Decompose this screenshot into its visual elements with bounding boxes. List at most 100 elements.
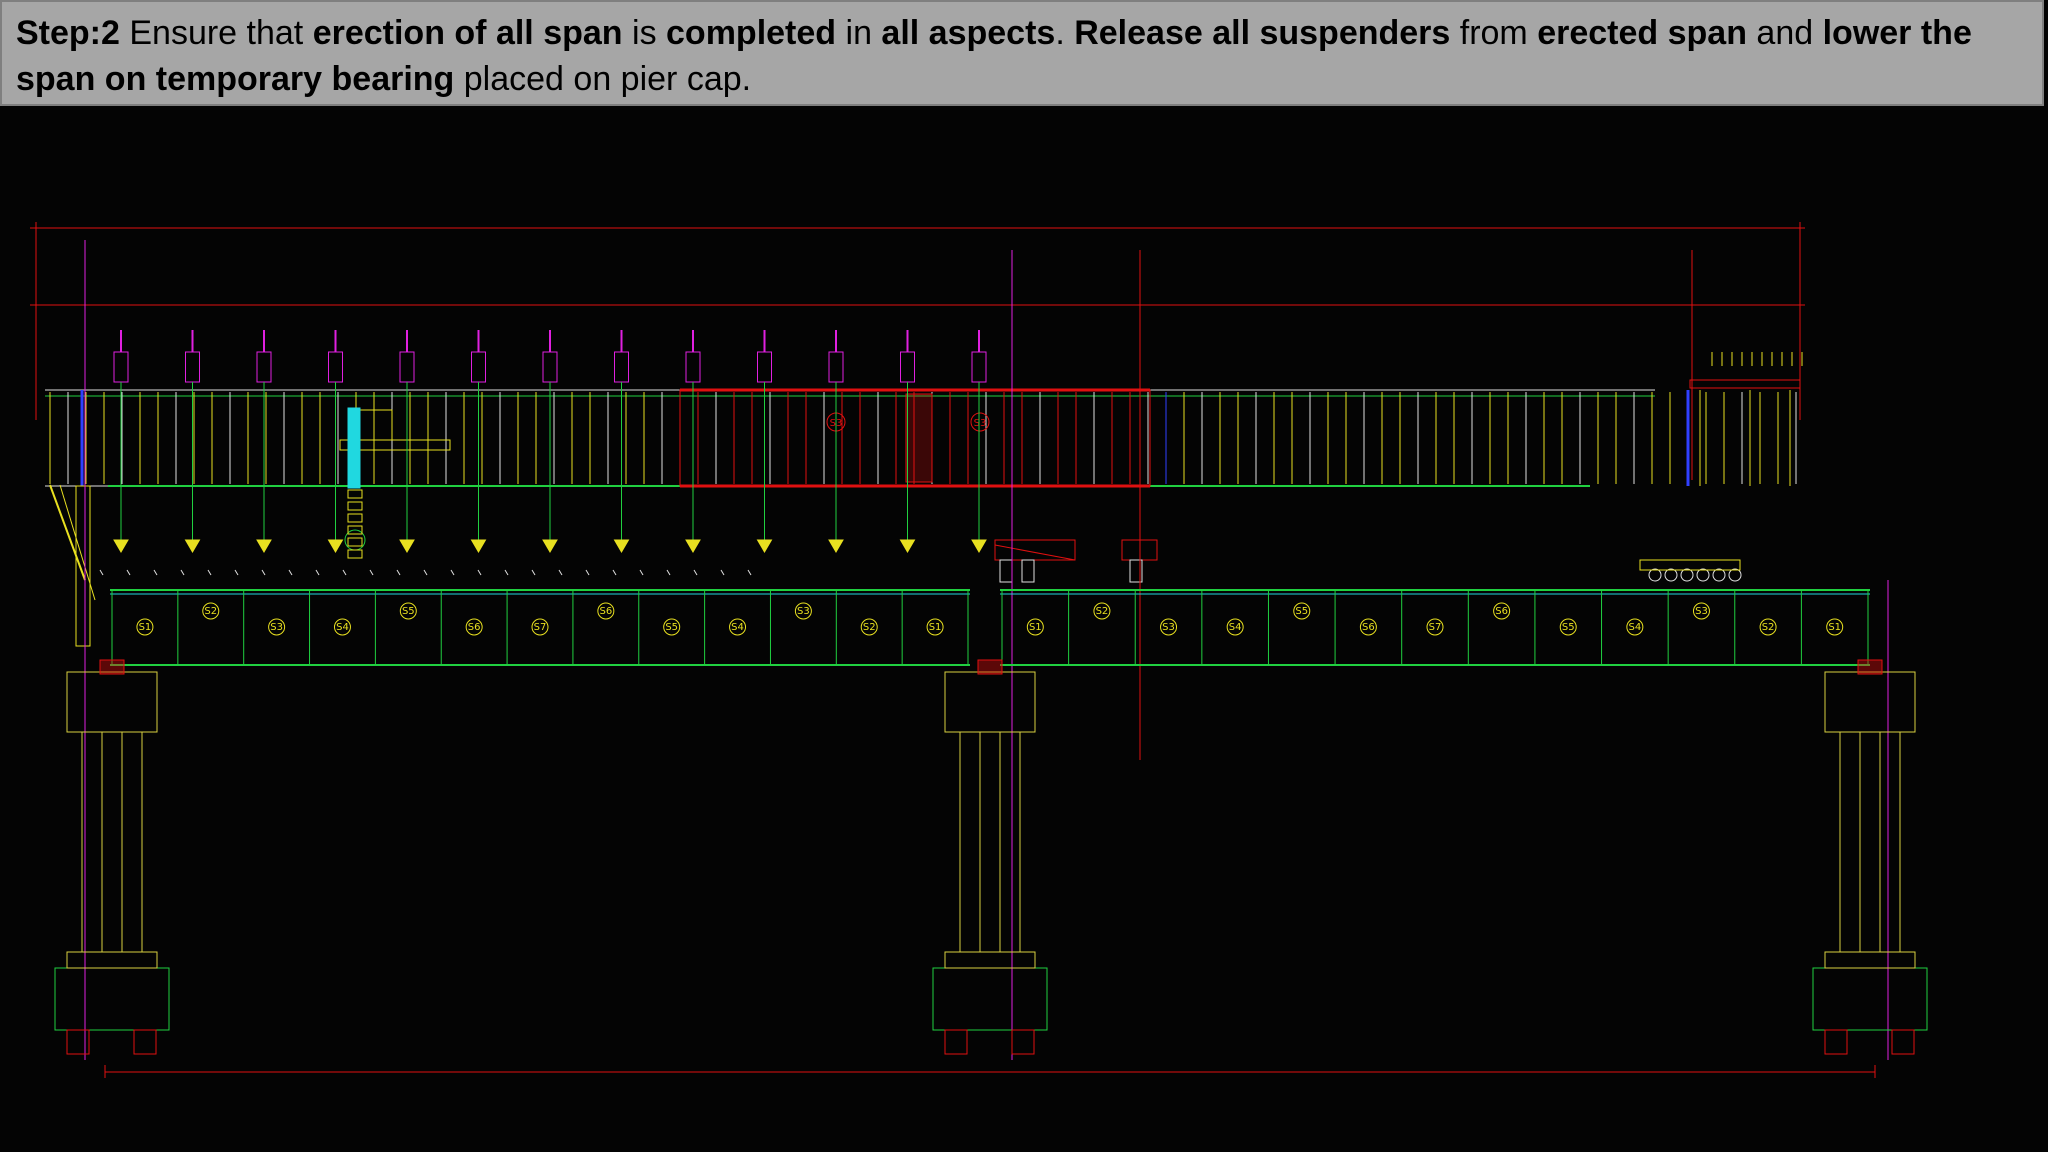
suspender-hook xyxy=(971,539,987,553)
suspender-hook xyxy=(327,539,344,553)
pier-left-cap xyxy=(66,671,158,733)
pier-left-temp-bearing xyxy=(99,659,125,675)
suspender-jack xyxy=(399,351,415,383)
span1-segment-label: S1 xyxy=(139,622,152,633)
suspender-jack xyxy=(971,351,987,383)
suspender-hook xyxy=(613,539,630,553)
caption-run-6: all aspects xyxy=(881,14,1056,52)
segments-group: S1 S2 S3 S4 S5 S6 S7 S6 S5 S4 S3 S2 S1 S1 S2 S3 S4 S5 S6 S7… xyxy=(136,602,1844,636)
bogie-wheel xyxy=(1728,568,1742,582)
release-marker xyxy=(261,569,266,576)
caption-run-5: in xyxy=(836,14,882,52)
suspender-jack xyxy=(614,351,629,383)
release-marker xyxy=(153,569,158,576)
release-marker xyxy=(477,569,482,576)
suspender-jack xyxy=(328,351,343,383)
span2-segment-label: S5 xyxy=(1562,622,1575,633)
pier-left-pile-1 xyxy=(66,1029,90,1055)
release-marker xyxy=(720,569,725,576)
front-trolley-diag xyxy=(994,544,1076,561)
release-marker xyxy=(639,569,644,576)
caption-run-13: placed on pier cap. xyxy=(454,60,752,98)
release-marker xyxy=(666,569,671,576)
span1-segment-label: S4 xyxy=(731,622,744,633)
pier-mid-pedestal xyxy=(944,951,1036,969)
suspender-hook xyxy=(470,539,487,553)
release-marker xyxy=(99,569,104,576)
bogie-wheel xyxy=(1712,568,1726,582)
caption-run-9: from xyxy=(1450,14,1538,52)
suspender-jack xyxy=(542,351,558,383)
suspender-hook xyxy=(756,539,773,553)
span2-segment-label: S5 xyxy=(1295,606,1308,617)
span2-segment-label: S6 xyxy=(1362,622,1375,633)
pier-mid-column xyxy=(959,731,1021,953)
span2-segment-label: S3 xyxy=(1162,622,1175,633)
rear-trolley-beam xyxy=(1689,379,1801,389)
bogie-wheel xyxy=(1696,568,1710,582)
suspender-jack xyxy=(757,351,772,383)
suspender-hook xyxy=(828,539,844,553)
span1-segment-label: S7 xyxy=(534,622,547,633)
pier-right-pile-1 xyxy=(1824,1029,1848,1055)
release-marker xyxy=(126,569,131,576)
span1-segment-label: S1 xyxy=(929,622,942,633)
girder-splice-box xyxy=(905,393,933,483)
suspender-hook xyxy=(256,539,272,553)
crane-chain-link xyxy=(347,501,363,511)
release-marker xyxy=(342,569,347,576)
suspender-hook xyxy=(542,539,558,553)
bogie-wheel xyxy=(1664,568,1678,582)
caption-run-10: erected span xyxy=(1537,14,1747,52)
bridge-erection-drawing: S3 S3 S1S2S3 S4S5S6 S7S6S5 S4S3S2 S1 S1S2S3 S4S… xyxy=(30,222,1928,1078)
pier-mid-pile-2 xyxy=(1011,1029,1035,1055)
release-marker xyxy=(207,569,212,576)
release-marker xyxy=(396,569,401,576)
caption-run-1: Ensure that xyxy=(119,14,313,52)
suspender-jack xyxy=(185,351,200,383)
pier-right-footing xyxy=(1812,967,1928,1031)
span1-segment-label: S6 xyxy=(468,622,481,633)
front-jack-2 xyxy=(1021,559,1035,583)
release-marker xyxy=(747,569,752,576)
pier-right-column xyxy=(1839,731,1901,953)
release-marker xyxy=(288,569,293,576)
front-support-leg xyxy=(75,485,91,647)
suspender-hook xyxy=(899,539,916,553)
crane-mast xyxy=(347,407,361,489)
release-marker xyxy=(693,569,698,576)
bogie-wheel xyxy=(1680,568,1694,582)
caption-run-7: . xyxy=(1055,14,1075,52)
suspender-jack xyxy=(828,351,844,383)
suspender-jack xyxy=(256,351,272,383)
span2-segment-label: S2 xyxy=(1096,606,1109,617)
suspender-hook xyxy=(399,539,415,553)
span2-segment-label: S4 xyxy=(1628,622,1641,633)
pier-left-pedestal xyxy=(66,951,158,969)
pier-right-pedestal xyxy=(1824,951,1916,969)
crane-chain-link xyxy=(347,549,363,559)
span2-segment-label: S7 xyxy=(1429,622,1442,633)
caption-run-4: completed xyxy=(666,14,837,52)
suspenders-group xyxy=(99,330,987,576)
crane-chain-link xyxy=(347,489,363,499)
span2-segment-label: S2 xyxy=(1762,622,1775,633)
caption-run-0: Step:2 xyxy=(16,14,120,52)
span1-segment-label: S2 xyxy=(863,622,876,633)
release-marker xyxy=(558,569,563,576)
release-marker xyxy=(450,569,455,576)
step-caption: Step:2 Ensure that erection of all span … xyxy=(0,0,2044,106)
release-marker xyxy=(315,569,320,576)
pier-right-pile-2 xyxy=(1891,1029,1915,1055)
suspender-jack xyxy=(685,351,701,383)
bogie-wheel xyxy=(1648,568,1662,582)
span1-segment-label: S5 xyxy=(665,622,678,633)
suspender-jack xyxy=(471,351,486,383)
span1-segment-label: S4 xyxy=(336,622,349,633)
caption-run-3: is xyxy=(622,14,667,52)
caption-run-2: erection of all span xyxy=(312,14,623,52)
span1-segment-label: S3 xyxy=(270,622,283,633)
span2-segment-label: S1 xyxy=(1828,622,1841,633)
release-marker xyxy=(234,569,239,576)
pier-right-cap xyxy=(1824,671,1916,733)
